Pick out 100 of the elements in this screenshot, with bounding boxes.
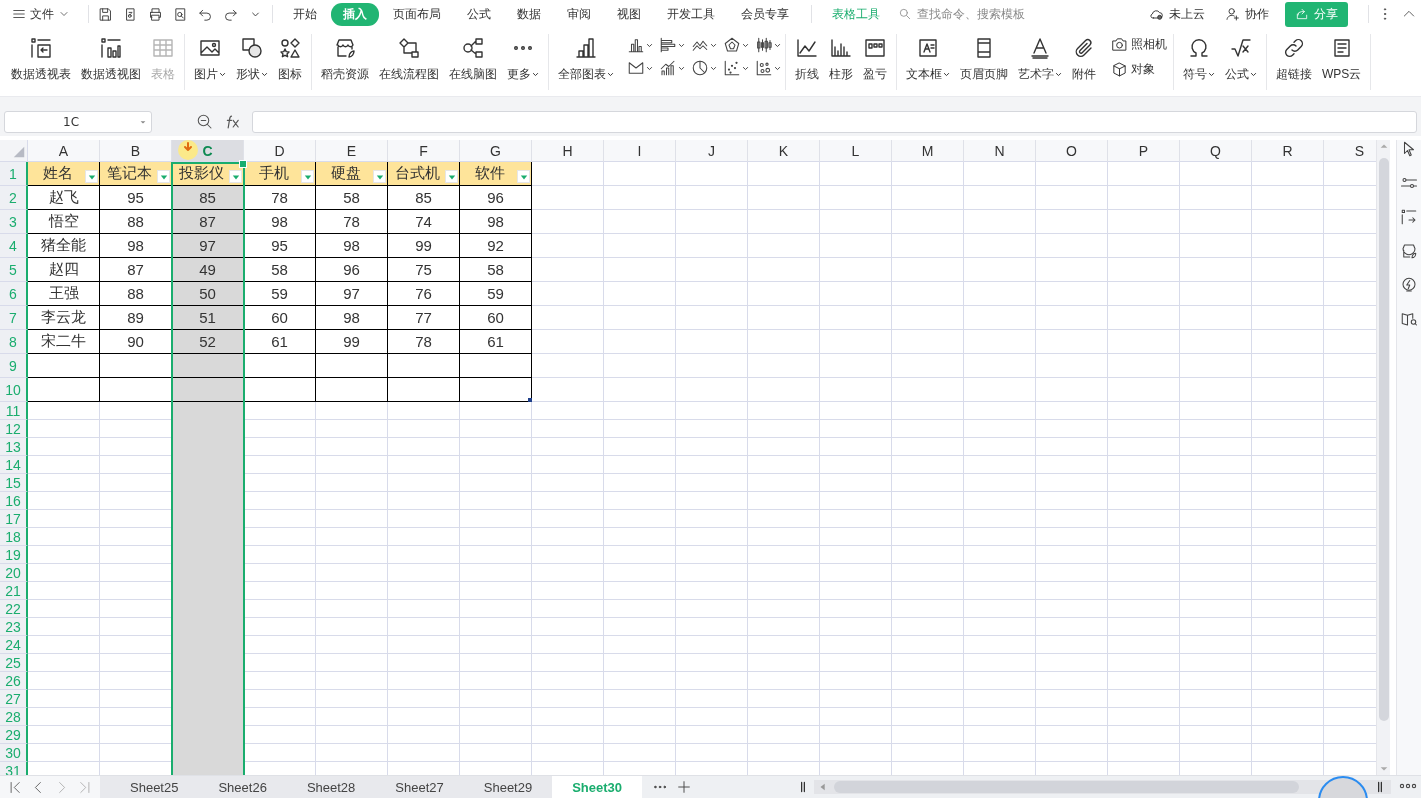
search-field[interactable]: 查找命令、搜索模板 bbox=[915, 6, 1059, 22]
ribbon-button[interactable]: 图标 bbox=[273, 34, 307, 85]
column-header[interactable]: J bbox=[676, 140, 748, 162]
ribbon-button[interactable]: 折线 bbox=[790, 34, 824, 85]
ribbon-button[interactable]: 在线流程图 bbox=[374, 34, 444, 85]
ribbon-tab[interactable]: 数据 bbox=[505, 2, 553, 26]
storefront-icon[interactable] bbox=[1400, 242, 1418, 260]
collaborate-button[interactable]: 协作 bbox=[1215, 5, 1279, 23]
column-header[interactable]: L bbox=[820, 140, 892, 162]
column-header[interactable]: O bbox=[1036, 140, 1108, 162]
column-header[interactable]: A bbox=[28, 140, 100, 162]
ribbon-button[interactable]: 符号 bbox=[1178, 34, 1220, 85]
save-icon[interactable] bbox=[97, 5, 114, 23]
header-label: 投影仪 bbox=[179, 164, 224, 183]
ribbon-tab[interactable]: 视图 bbox=[605, 2, 653, 26]
table-resize-handle[interactable] bbox=[528, 398, 532, 402]
table-cell: 王强 bbox=[28, 282, 100, 306]
ribbon-button[interactable]: 超链接 bbox=[1271, 34, 1317, 85]
ribbon-button[interactable]: 稻壳资源 bbox=[316, 34, 374, 85]
column-header[interactable]: D bbox=[244, 140, 316, 162]
first-sheet-icon[interactable] bbox=[8, 779, 23, 795]
ribbon-button[interactable]: 更多 bbox=[502, 34, 544, 85]
ribbon-button[interactable]: 在线脑图 bbox=[444, 34, 502, 85]
filter-dropdown-button[interactable] bbox=[229, 170, 242, 183]
column-header[interactable]: K bbox=[748, 140, 820, 162]
name-box[interactable]: 1C bbox=[4, 110, 152, 133]
ribbon-button[interactable]: 图片 bbox=[189, 34, 231, 85]
ribbon-button[interactable]: 公式 bbox=[1220, 34, 1262, 85]
column-header[interactable]: M bbox=[892, 140, 964, 162]
ribbon-button[interactable]: 数据透视表 bbox=[6, 34, 76, 85]
column-header[interactable]: G bbox=[460, 140, 532, 162]
book-search-icon[interactable] bbox=[1400, 310, 1418, 328]
ribbon-button[interactable]: 柱形 bbox=[824, 34, 858, 85]
column-header[interactable]: N bbox=[964, 140, 1036, 162]
ribbon-tab[interactable]: 页面布局 bbox=[381, 2, 453, 26]
chart-type-button[interactable] bbox=[723, 36, 749, 54]
sheet-tab[interactable]: Sheet29 bbox=[463, 776, 553, 798]
sheet-tab[interactable]: Sheet27 bbox=[375, 776, 464, 798]
zoom-out-icon[interactable] bbox=[196, 112, 214, 131]
filter-dropdown-button[interactable] bbox=[157, 170, 170, 183]
header-label: 手机 bbox=[258, 164, 289, 183]
file-menu[interactable]: 文件 bbox=[8, 5, 74, 23]
caret-icon bbox=[742, 41, 749, 49]
ribbon-button[interactable]: 数据透视图 bbox=[76, 34, 146, 85]
area-chart-icon bbox=[627, 59, 645, 77]
ribbon-button[interactable]: 页眉页脚 bbox=[955, 34, 1013, 85]
ribbon-button[interactable]: 附件 bbox=[1067, 34, 1101, 85]
filter-dropdown-button[interactable] bbox=[301, 170, 314, 183]
vertical-scrollbar-thumb[interactable] bbox=[1378, 158, 1389, 721]
column-header[interactable]: B bbox=[100, 140, 172, 162]
column-header[interactable]: E bbox=[316, 140, 388, 162]
ribbon-tab[interactable]: 会员专享 bbox=[729, 2, 801, 26]
scrollbar-thumb[interactable] bbox=[834, 781, 1299, 793]
column-header[interactable]: H bbox=[532, 140, 604, 162]
ribbon-tab[interactable]: 审阅 bbox=[555, 2, 603, 26]
ribbon-button[interactable]: 艺术字 bbox=[1013, 34, 1067, 85]
cloud-status-button[interactable]: 未上云 bbox=[1139, 5, 1215, 23]
sheet-tab[interactable]: Sheet25 bbox=[110, 776, 199, 798]
filter-dropdown-button[interactable] bbox=[517, 170, 530, 183]
column-header[interactable]: S bbox=[1324, 140, 1376, 162]
ribbon-button[interactable]: 盈亏 bbox=[858, 34, 892, 85]
chart-type-button[interactable] bbox=[755, 59, 781, 77]
ribbon-button[interactable]: 照相机 bbox=[1109, 35, 1169, 54]
print-icon[interactable] bbox=[147, 5, 164, 23]
caret-icon bbox=[678, 64, 685, 72]
column-header[interactable]: P bbox=[1108, 140, 1180, 162]
ribbon-button[interactable]: WPS云 bbox=[1317, 34, 1367, 85]
ribbon-button[interactable]: 全部图表 bbox=[553, 34, 619, 85]
chart-type-button[interactable] bbox=[691, 59, 717, 77]
filter-dropdown-button[interactable] bbox=[373, 170, 386, 183]
header-label: 笔记本 bbox=[107, 164, 152, 183]
column-header[interactable]: R bbox=[1252, 140, 1324, 162]
sheet-tab[interactable]: Sheet26 bbox=[198, 776, 287, 798]
column-header[interactable]: F bbox=[388, 140, 460, 162]
table-cell: 95 bbox=[244, 234, 316, 258]
horizontal-scrollbar[interactable] bbox=[814, 780, 1391, 794]
filter-dropdown-button[interactable] bbox=[85, 170, 98, 183]
ribbon-button[interactable]: 对象 bbox=[1109, 60, 1169, 79]
ribbon-tab[interactable]: 开发工具 bbox=[655, 2, 727, 26]
pivot-table-icon[interactable] bbox=[1400, 208, 1418, 226]
chart-type-button[interactable] bbox=[627, 59, 653, 77]
triangle-down-icon bbox=[303, 172, 312, 181]
lightning-bulb-icon[interactable] bbox=[1400, 276, 1418, 294]
column-header[interactable]: I bbox=[604, 140, 676, 162]
column-header[interactable]: Q bbox=[1180, 140, 1252, 162]
chart-type-button[interactable] bbox=[659, 36, 685, 54]
chart-type-button[interactable] bbox=[755, 36, 781, 54]
table-cell: 悟空 bbox=[28, 210, 100, 234]
ribbon-tab[interactable]: 公式 bbox=[455, 2, 503, 26]
ribbon-button[interactable]: 文本框 bbox=[901, 34, 955, 85]
chart-type-button[interactable] bbox=[659, 59, 685, 77]
chart-type-button[interactable] bbox=[723, 59, 749, 77]
filter-dropdown-button[interactable] bbox=[445, 170, 458, 183]
sheet-tab[interactable]: Sheet28 bbox=[286, 776, 376, 798]
formula-input[interactable] bbox=[252, 110, 1417, 133]
table-cell bbox=[244, 378, 316, 402]
chart-type-button[interactable] bbox=[627, 36, 653, 54]
table-cell: 77 bbox=[388, 306, 460, 330]
ribbon-button[interactable]: 形状 bbox=[231, 34, 273, 85]
ribbon-tab[interactable]: 开始 bbox=[281, 2, 329, 26]
